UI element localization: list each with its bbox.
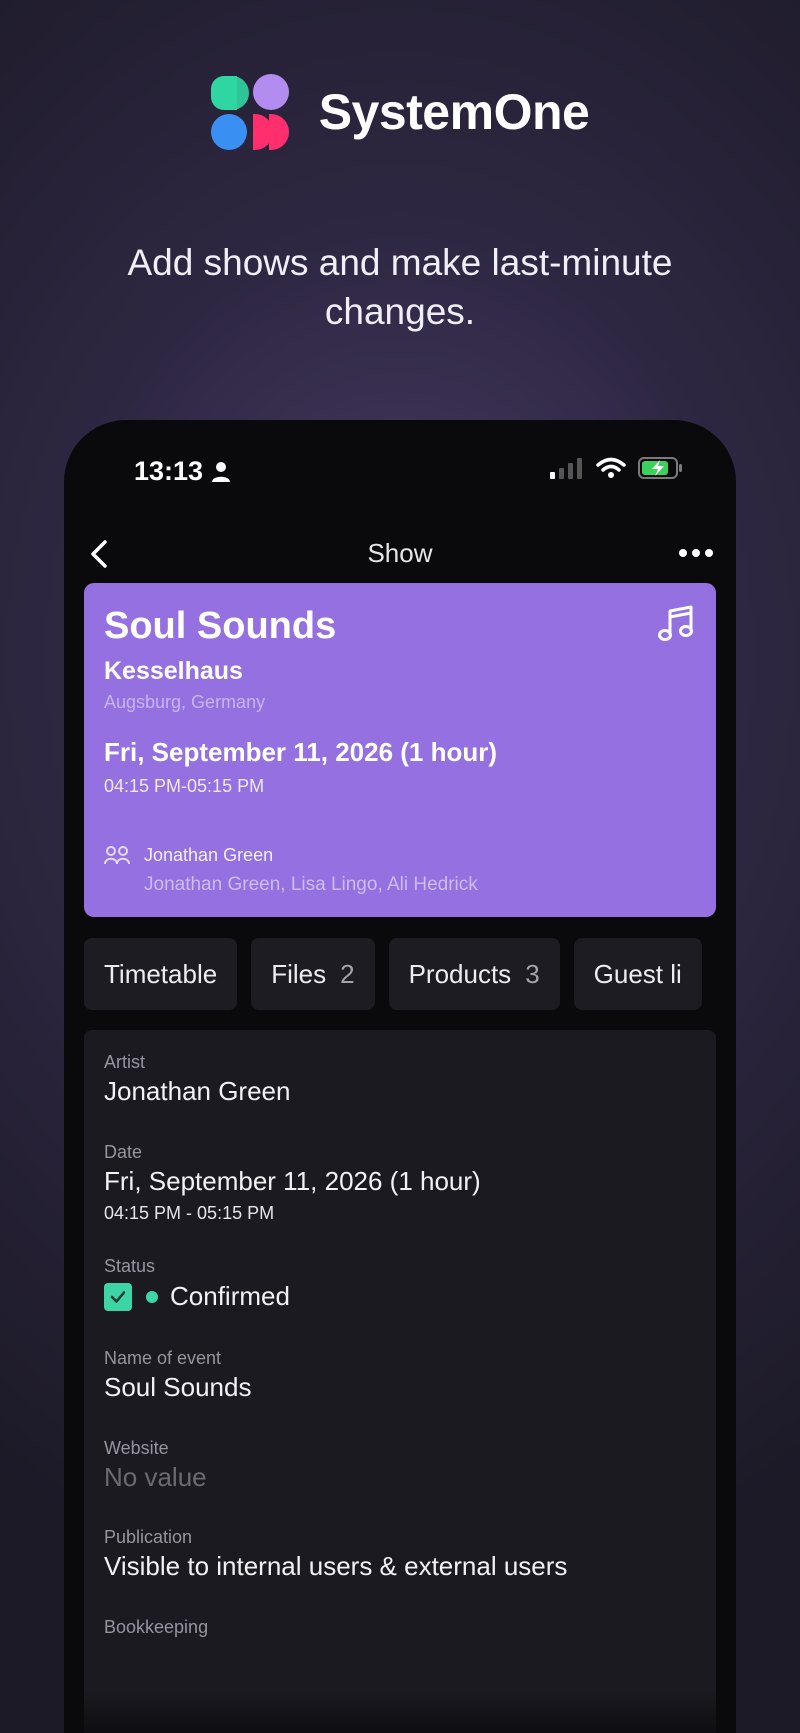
details-panel: Artist Jonathan Green Date Fri, Septembe… [84,1030,716,1733]
publication-field[interactable]: Publication Visible to internal users & … [104,1527,567,1582]
status-checkbox[interactable] [104,1282,132,1311]
show-location: Augsburg, Germany [104,692,266,712]
status-time-group: 13:13 [134,456,231,487]
bottom-fade [84,1690,716,1733]
tab-label: Products [408,958,512,989]
show-artists: Jonathan Green Jonathan Green, Lisa Ling… [104,845,478,896]
show-venue: Kesselhaus [104,657,243,685]
section-tabs: Timetable Files 2 Products 3 Guest li [84,938,716,1010]
brand-name: SystemOne [318,84,590,140]
tab-count: 2 [340,958,355,989]
tab-products[interactable]: Products 3 [388,938,560,1010]
tab-timetable[interactable]: Timetable [84,938,238,1010]
status-icons [550,456,684,480]
tab-label: Guest li [593,958,682,989]
field-value: Visible to internal users & external use… [104,1551,568,1581]
field-value: Confirmed [170,1281,290,1311]
status-field[interactable]: Status Confirmed [104,1256,290,1312]
field-label: Date [104,1142,143,1162]
show-title: Soul Sounds [104,605,337,647]
field-label: Bookkeeping [104,1617,209,1637]
field-value: Soul Sounds [104,1372,252,1402]
nav-bar: Show [64,530,736,576]
people-icon [104,846,130,865]
status-time: 13:13 [134,456,204,486]
field-label: Status [104,1256,156,1276]
more-options-icon[interactable] [676,538,716,568]
show-time-range: 04:15 PM-05:15 PM [104,776,265,796]
tab-label: Timetable [104,958,218,989]
checkmark-icon [110,1290,126,1303]
person-icon [212,461,231,482]
tab-files[interactable]: Files 2 [251,938,375,1010]
show-card[interactable]: Soul Sounds Kesselhaus Augsburg, Germany… [84,583,716,917]
status-bar: 13:13 [64,420,736,520]
field-label: Artist [104,1052,146,1072]
artist-list: Jonathan Green, Lisa Lingo, Ali Hedrick [144,874,478,895]
date-field[interactable]: Date Fri, September 11, 2026 (1 hour) 04… [104,1142,481,1224]
phone-screen: 13:13 Show Soul Sounds Kesselhaus Augsbu… [64,420,736,1733]
signal-icon [550,458,582,479]
music-note-icon [658,605,693,641]
systemone-logo-icon [210,74,291,150]
tab-guest-list[interactable]: Guest li [573,938,702,1010]
field-label: Website [104,1438,169,1458]
field-subvalue: 04:15 PM - 05:15 PM [104,1203,275,1223]
field-value: Fri, September 11, 2026 (1 hour) [104,1166,481,1196]
tagline: Add shows and make last-minute changes. [127,242,673,332]
field-label: Publication [104,1527,193,1547]
tab-label: Files [271,958,327,989]
wifi-icon [596,457,626,478]
bookkeeping-field[interactable]: Bookkeeping [104,1617,208,1638]
battery-charging-icon [638,457,682,479]
website-field[interactable]: Website No value [104,1438,207,1493]
status-dot [146,1290,158,1303]
status-row: Confirmed [104,1281,290,1312]
artist-names: Jonathan Green Jonathan Green, Lisa Ling… [144,845,478,896]
field-label: Name of event [104,1348,222,1368]
brand-header: SystemOne [0,74,800,150]
event-name-field[interactable]: Name of event Soul Sounds [104,1348,251,1403]
main-artist: Jonathan Green [144,845,274,865]
artist-field[interactable]: Artist Jonathan Green [104,1052,290,1107]
field-value: No value [104,1462,207,1492]
show-date: Fri, September 11, 2026 (1 hour) [104,737,498,767]
field-value: Jonathan Green [104,1076,291,1106]
tab-count: 3 [525,958,540,989]
nav-title: Show [367,538,433,568]
